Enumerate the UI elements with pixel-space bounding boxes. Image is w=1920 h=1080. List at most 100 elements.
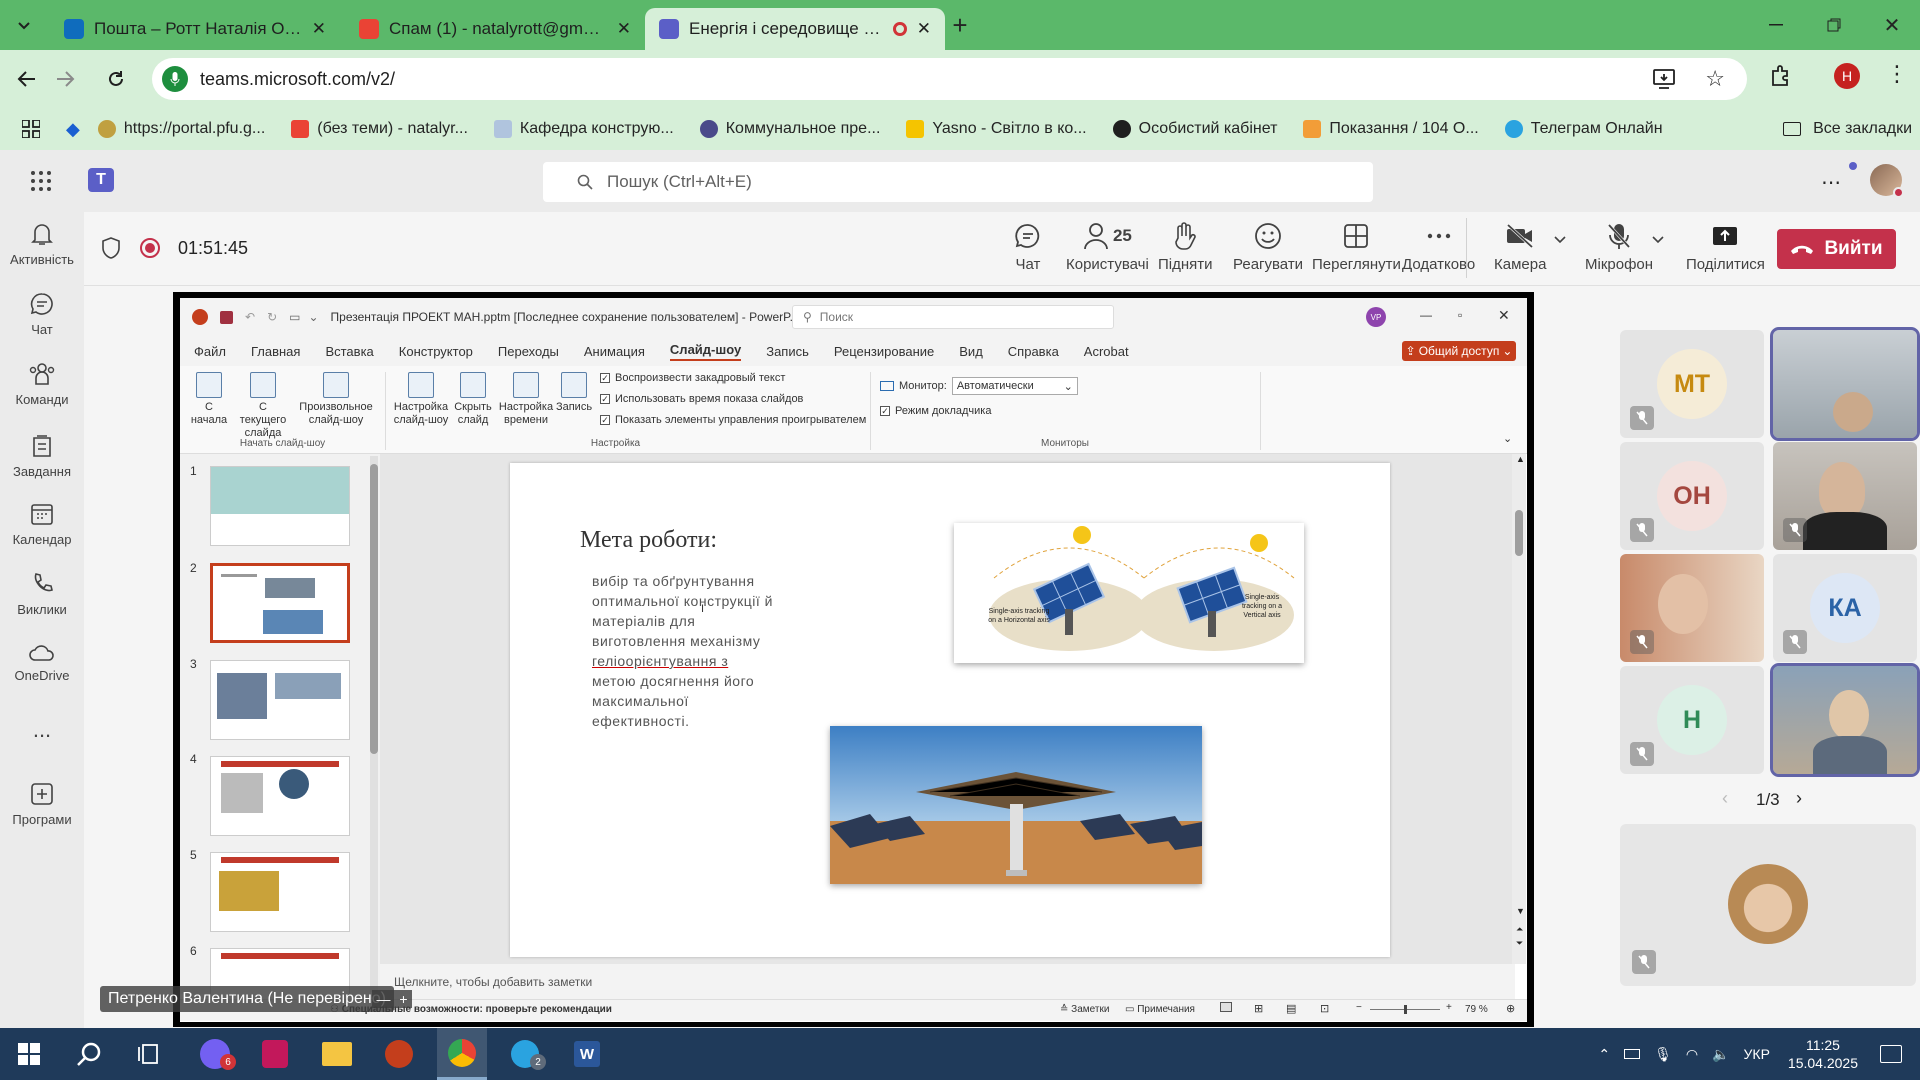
- install-app-icon[interactable]: [1653, 69, 1675, 89]
- browser-tab-teams[interactable]: Енергія і середовище | Mic ✕: [645, 8, 945, 50]
- slide-notes-area[interactable]: Щелкните, чтобы добавить заметки: [380, 964, 1515, 1000]
- new-tab-plus-icon[interactable]: +: [940, 10, 980, 40]
- forward-arrow-icon[interactable]: [46, 64, 86, 94]
- slide-thumbnail-4[interactable]: [210, 756, 350, 836]
- presenter-view-checkbox[interactable]: ✓ Режим докладчика: [880, 405, 991, 417]
- participant-video-tile[interactable]: [1773, 442, 1917, 550]
- pp-search-box[interactable]: ⚲ Поиск: [792, 305, 1114, 329]
- rail-item-calls[interactable]: Виклики: [0, 572, 84, 617]
- tab-search-chevron-icon[interactable]: [4, 10, 44, 40]
- use-timings-checkbox[interactable]: ✓ Использовать время показа слайдов: [600, 393, 803, 405]
- present-icon[interactable]: ▭: [289, 310, 300, 324]
- slide-thumbnail-2[interactable]: [210, 563, 350, 643]
- raise-hand-button[interactable]: Підняти: [1158, 222, 1213, 273]
- react-button[interactable]: Реагувати: [1233, 222, 1303, 273]
- settings-more-icon[interactable]: ⋯: [1821, 170, 1841, 195]
- browser-menu-icon[interactable]: ⋮: [1886, 63, 1908, 85]
- camera-options-chevron-icon[interactable]: [1554, 236, 1566, 244]
- extensions-puzzle-icon[interactable]: [1770, 64, 1792, 86]
- slide-thumbnail-1[interactable]: [210, 466, 350, 546]
- more-actions-button[interactable]: Додатково: [1402, 222, 1475, 273]
- pp-tab-transitions[interactable]: Переходы: [498, 344, 559, 359]
- mic-options-chevron-icon[interactable]: [1652, 236, 1664, 244]
- pp-tab-review[interactable]: Рецензирование: [834, 344, 934, 359]
- previous-page-chevron-icon[interactable]: ‹: [1722, 788, 1728, 809]
- record-button[interactable]: Запись: [555, 372, 593, 414]
- pp-tab-acrobat[interactable]: Acrobat: [1084, 344, 1129, 359]
- powerpoint-app-icon[interactable]: [374, 1028, 424, 1080]
- slide-thumbnail-5[interactable]: [210, 852, 350, 932]
- previous-slide-icon[interactable]: ⏶: [1516, 924, 1523, 935]
- participant-tile[interactable]: МТ: [1620, 330, 1764, 438]
- participant-tile[interactable]: Н: [1620, 666, 1764, 774]
- pp-tab-home[interactable]: Главная: [251, 344, 300, 359]
- close-tab-icon[interactable]: ✕: [917, 19, 931, 39]
- rail-more-icon[interactable]: ...: [0, 717, 84, 743]
- pp-user-avatar[interactable]: VP: [1366, 307, 1386, 327]
- redo-icon[interactable]: ↻: [267, 310, 277, 324]
- bookmark-item[interactable]: Коммунальное пре...: [699, 120, 880, 138]
- network-icon[interactable]: ◠: [1686, 1046, 1698, 1063]
- rail-item-chat[interactable]: Чат: [0, 292, 84, 337]
- pp-tab-slideshow[interactable]: Слайд-шоу: [669, 342, 742, 361]
- self-video-tile[interactable]: [1620, 824, 1916, 986]
- people-button[interactable]: 25 Користувачі: [1066, 222, 1149, 273]
- viber-app-icon[interactable]: 6: [190, 1028, 240, 1080]
- hide-slide-button[interactable]: Скрыть слайд: [452, 372, 494, 427]
- zoom-level[interactable]: 79 %: [1465, 1004, 1488, 1015]
- rail-item-activity[interactable]: Активність: [0, 222, 84, 267]
- bookmark-item[interactable]: https://portal.pfu.g...: [97, 120, 265, 138]
- microphone-button[interactable]: Мікрофон: [1585, 222, 1653, 273]
- bookmark-diamond-icon[interactable]: ◆: [66, 119, 80, 140]
- participant-video-tile[interactable]: [1620, 554, 1764, 662]
- pp-tab-record[interactable]: Запись: [766, 344, 809, 359]
- volume-icon[interactable]: 🔈: [1712, 1046, 1729, 1063]
- search-icon[interactable]: [64, 1028, 114, 1080]
- apps-grid-icon[interactable]: [22, 120, 40, 138]
- thumb-scrollbar[interactable]: [370, 456, 378, 992]
- pp-tab-help[interactable]: Справка: [1008, 344, 1059, 359]
- close-tab-icon[interactable]: ✕: [312, 19, 326, 39]
- pp-tab-animations[interactable]: Анимация: [584, 344, 645, 359]
- reading-view-icon[interactable]: ▤: [1286, 1002, 1296, 1015]
- current-slide[interactable]: Мета роботи: вибір та обґрунтування опти…: [510, 463, 1390, 957]
- custom-slideshow-button[interactable]: Произвольное слайд-шоу: [298, 372, 374, 427]
- microphone-tray-icon[interactable]: 🎙: [1654, 1046, 1672, 1063]
- reload-icon[interactable]: [96, 64, 136, 94]
- rail-item-tasks[interactable]: Завдання: [0, 432, 84, 479]
- pp-tab-design[interactable]: Конструктор: [399, 344, 473, 359]
- next-page-chevron-icon[interactable]: ›: [1796, 788, 1802, 809]
- profile-avatar[interactable]: Н: [1834, 63, 1860, 89]
- bookmark-item[interactable]: (без теми) - natalyr...: [291, 120, 468, 138]
- undo-icon[interactable]: ↶: [245, 310, 255, 324]
- pp-tab-insert[interactable]: Вставка: [325, 344, 373, 359]
- slide-thumbnail-3[interactable]: [210, 660, 350, 740]
- slideshow-from-current-button[interactable]: С текущего слайда: [235, 372, 291, 440]
- pdf-app-icon[interactable]: [250, 1028, 300, 1080]
- bookmark-item[interactable]: Yasno - Світло в ко...: [906, 120, 1087, 138]
- share-button[interactable]: Поділитися: [1686, 222, 1765, 273]
- comments-toggle[interactable]: ▭ Примечания: [1125, 1004, 1195, 1015]
- back-arrow-icon[interactable]: [6, 64, 46, 94]
- pp-tab-view[interactable]: Вид: [959, 344, 983, 359]
- app-launcher-icon[interactable]: [30, 170, 52, 192]
- pp-share-button[interactable]: ⇪ Общий доступ ⌄: [1402, 341, 1516, 361]
- zoom-slider[interactable]: [1370, 1005, 1440, 1014]
- bookmark-star-icon[interactable]: ☆: [1705, 66, 1725, 92]
- scroll-down-icon[interactable]: ▼: [1516, 906, 1525, 916]
- pp-close-icon[interactable]: ✕: [1498, 307, 1510, 324]
- notification-center-icon[interactable]: [1880, 1045, 1902, 1063]
- bookmark-item[interactable]: Кафедра конструю...: [493, 120, 674, 138]
- browser-tab-outlook[interactable]: Пошта – Ротт Наталія Олексан ✕: [50, 8, 340, 50]
- customize-toolbar-icon[interactable]: ⌄: [308, 310, 318, 324]
- fit-slide-icon[interactable]: ⊕: [1506, 1002, 1515, 1015]
- rail-item-calendar[interactable]: Календар: [0, 502, 84, 547]
- pp-restore-icon[interactable]: ▫: [1458, 308, 1462, 322]
- normal-view-icon[interactable]: [1220, 1002, 1232, 1012]
- monitor-selector[interactable]: Монитор: Автоматически ⌄: [880, 377, 1078, 395]
- zoom-in-icon[interactable]: +: [399, 991, 407, 1007]
- zoom-in-icon[interactable]: +: [1446, 1002, 1452, 1013]
- site-info-mic-icon[interactable]: [162, 66, 188, 92]
- collapse-ribbon-icon[interactable]: ⌄: [1503, 432, 1512, 445]
- narration-checkbox[interactable]: ✓ Воспроизвести закадровый текст: [600, 372, 785, 384]
